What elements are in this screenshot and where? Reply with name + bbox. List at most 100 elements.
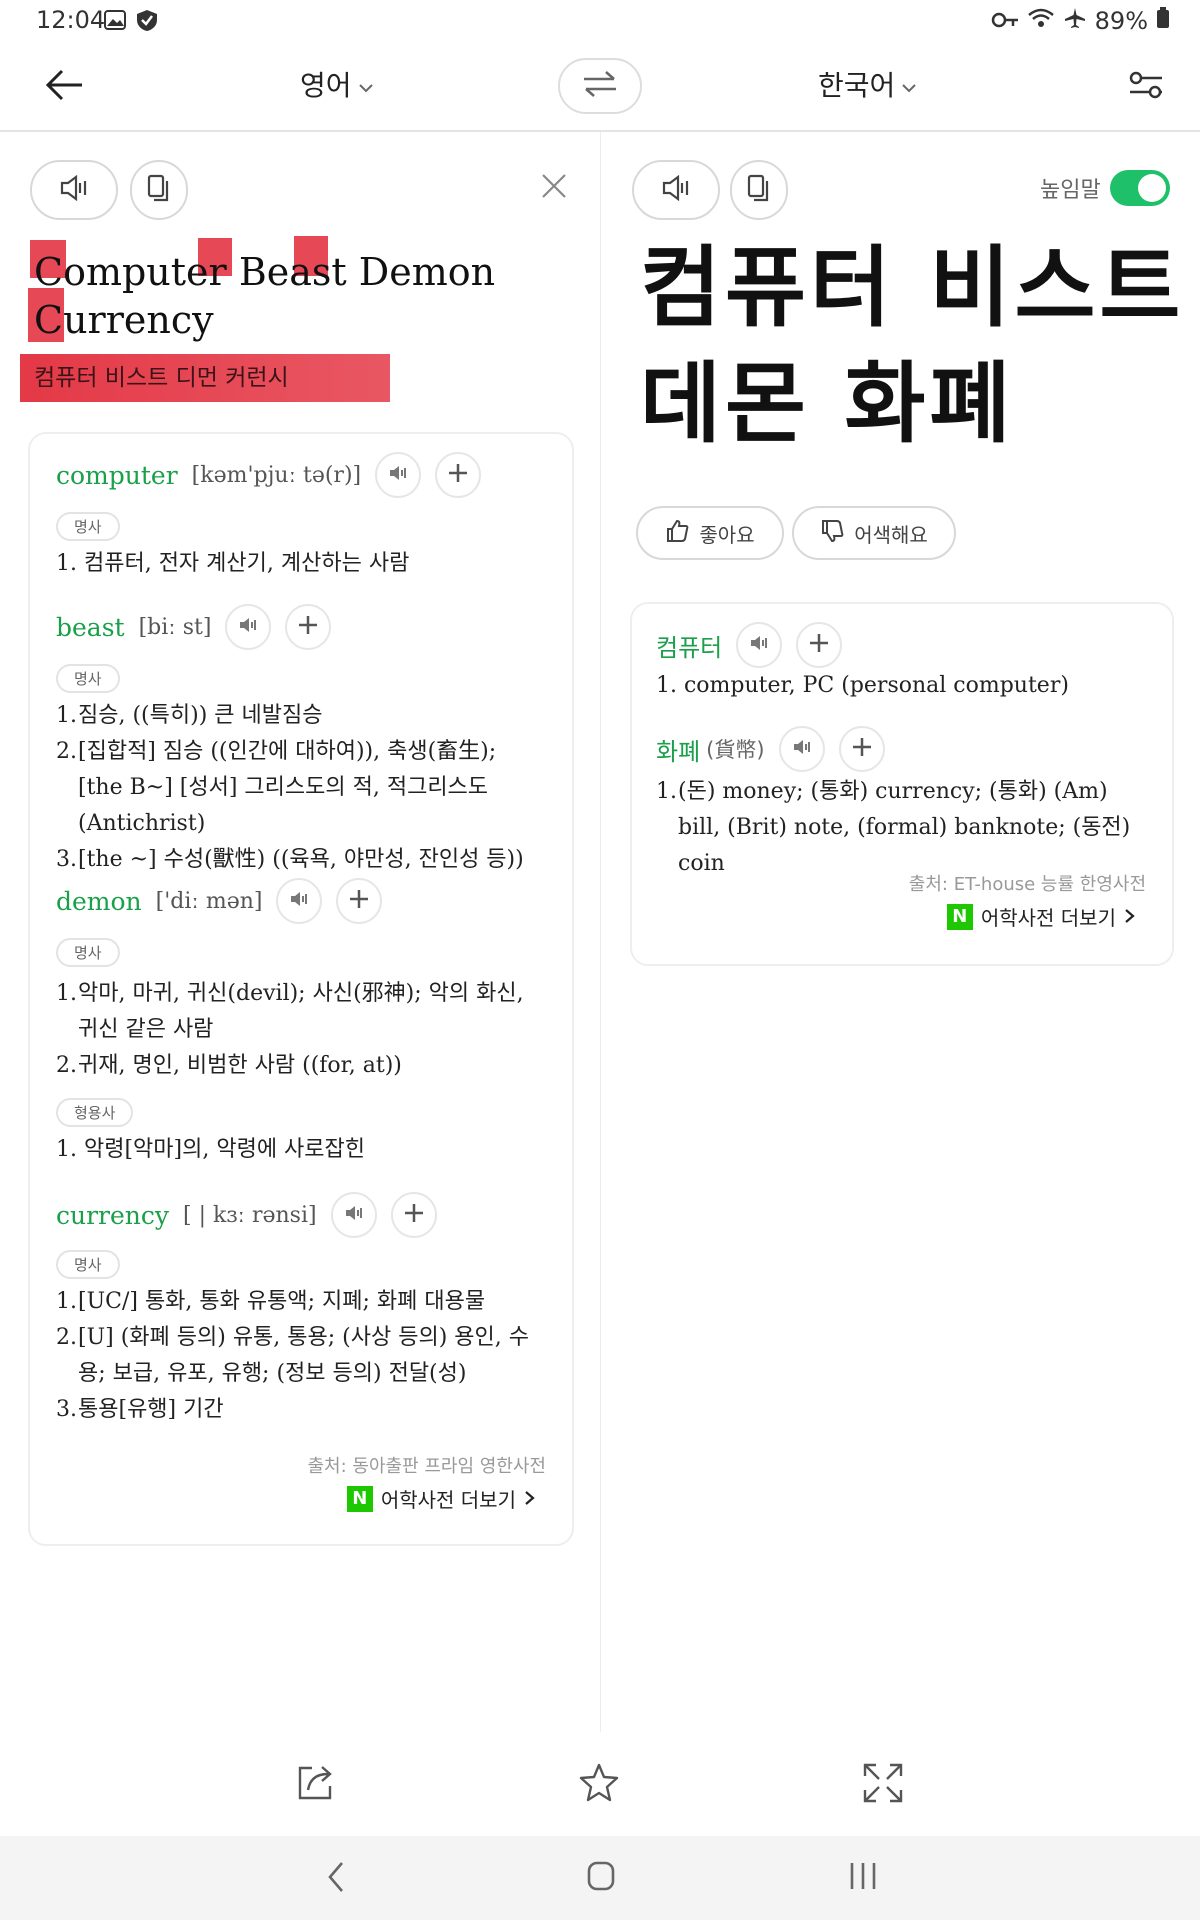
entry-pronunciation: [biː st] [138,614,212,640]
naver-logo: N [946,903,973,930]
thumbs-up-icon [665,519,689,547]
swap-languages-button[interactable] [558,58,642,114]
entry-pronunciation: [ | kɜː rənsi] [183,1202,317,1228]
shield-check-icon [134,8,160,36]
more-dictionary-label: 어학사전 더보기 [380,1488,516,1512]
source-language-selector[interactable]: 영어 [300,64,374,104]
nav-back-icon[interactable] [326,1860,346,1898]
nav-home-icon[interactable] [586,1860,616,1896]
pane-divider [600,132,601,1732]
plus-icon [297,614,319,640]
definition-list: 1. 악마, 마귀, 귀신(devil); 사신(邪神); 악의 화신, 귀신 같… [56,981,524,1078]
speaker-icon [289,890,309,912]
thumbs-down-icon [820,519,844,547]
key-icon [991,7,1019,35]
expand-icon[interactable] [862,1762,904,1808]
gallery-icon [104,10,126,34]
entry-speaker-button[interactable] [736,622,783,668]
source-word: Computer [34,250,227,294]
speaker-icon [661,174,691,205]
part-of-speech-badge: 명사 [56,938,120,967]
chevron-right-icon [524,1487,536,1511]
entry-word[interactable]: 화폐 [656,732,700,767]
source-word: Beast [238,250,347,294]
close-icon[interactable] [540,172,568,204]
translated-text[interactable]: 컴퓨터 비스트 데몬 화폐 [640,230,1184,462]
source-text[interactable]: Computer Beast Demon Currency [34,248,495,344]
plus-icon [447,462,469,488]
part-of-speech-badge: 명사 [56,512,120,541]
speaker-icon [388,464,408,486]
source-word: Currency [34,298,214,342]
speaker-icon [749,634,769,656]
more-dictionary-link[interactable]: N 어학사전 더보기 [800,902,1136,931]
entry-add-button[interactable] [838,726,885,772]
entry-speaker-button[interactable] [276,878,323,924]
chevron-down-icon [358,68,374,101]
part-of-speech-badge: 명사 [56,1250,120,1279]
status-time: 12:04 [36,6,106,34]
entry-hanja: (貨幣) [706,738,765,762]
entry-add-button[interactable] [390,1192,437,1238]
entry-add-button[interactable] [796,622,843,668]
definition-item: 1. computer, PC (personal computer) [656,673,1069,698]
target-listen-button[interactable] [632,160,720,220]
plus-icon [403,1202,425,1228]
dislike-button[interactable]: 어색해요 [792,506,956,560]
speaker-icon [59,174,89,205]
like-button[interactable]: 좋아요 [636,506,784,560]
target-language-label: 한국어 [818,69,896,102]
share-icon[interactable] [296,1762,336,1806]
source-copy-button[interactable] [130,160,188,220]
target-copy-button[interactable] [730,160,788,220]
settings-sliders-icon[interactable] [1128,70,1164,104]
copy-icon [747,174,771,206]
definition-item: 1. (돈) money; (통화) currency; (통화) (Am) bi… [656,779,1131,876]
system-navigation-bar [0,1836,1200,1920]
more-dictionary-label: 어학사전 더보기 [980,906,1116,930]
speaker-icon [344,1204,364,1226]
back-arrow-icon[interactable] [44,68,84,106]
speaker-icon [792,738,812,760]
entry-speaker-button[interactable] [225,604,272,650]
entry-word[interactable]: 컴퓨터 [656,628,722,663]
top-bar: 영어 한국어 [0,42,1200,132]
nav-recents-icon[interactable] [848,1860,878,1896]
definition-item: 1. 악령[악마]의, 악령에 사로잡힌 [56,1137,366,1162]
entry-speaker-button[interactable] [330,1192,377,1238]
entry-add-button[interactable] [285,604,332,650]
entry-word[interactable]: demon [56,887,142,916]
entry-word[interactable]: computer [56,461,178,490]
source-listen-button[interactable] [30,160,118,220]
target-language-selector[interactable]: 한국어 [818,64,917,104]
entry-add-button[interactable] [435,452,482,498]
source-language-label: 영어 [300,69,352,102]
entry-pronunciation: ['diː mən] [155,888,263,914]
star-icon[interactable] [578,1762,620,1806]
airplane-icon [1063,6,1087,36]
chevron-down-icon [901,68,917,101]
entry-add-button[interactable] [336,878,383,924]
honorific-toggle[interactable] [1110,170,1170,206]
swap-icon [580,69,620,103]
part-of-speech-badge: 형용사 [56,1098,134,1127]
entry-speaker-button[interactable] [375,452,422,498]
entry-pronunciation: [kəm'pjuː tə(r)] [191,462,362,488]
part-of-speech-badge: 명사 [56,664,120,693]
definition-list: 1. [UC/] 통화, 통화 유통액; 지폐; 화폐 대용물 2. [U] (화폐… [56,1289,529,1422]
battery-icon [1156,7,1170,35]
entry-speaker-button[interactable] [778,726,825,772]
speaker-icon [238,616,258,638]
dislike-label: 어색해요 [854,522,928,547]
dictionary-source: 출처: 동아출판 프라임 영한사전 [307,1456,546,1477]
entry-word[interactable]: beast [56,613,125,642]
wifi-icon [1027,7,1055,35]
definition-item: 1. 컴퓨터, 전자 계산기, 계산하는 사람 [56,551,410,576]
definition-list: 1. 짐승, ((특히)) 큰 네발짐승 2. [집합적] 짐승 ((인간에 대하여… [56,703,524,872]
more-dictionary-link[interactable]: N 어학사전 더보기 [200,1484,536,1513]
plus-icon [851,736,873,762]
honorific-label: 높임말 [1040,178,1101,203]
naver-logo: N [346,1485,373,1512]
entry-word[interactable]: currency [56,1201,169,1230]
chevron-right-icon [1124,905,1136,929]
